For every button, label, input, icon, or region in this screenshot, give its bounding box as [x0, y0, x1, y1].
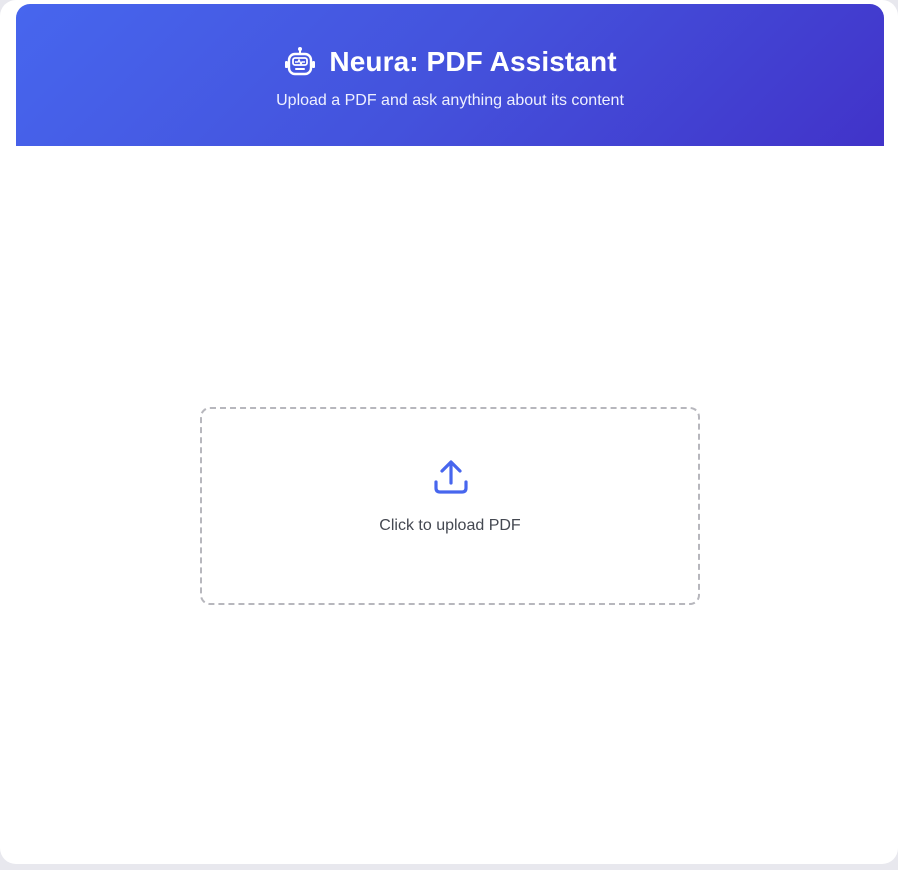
upload-dropzone[interactable]: Click to upload PDF [200, 407, 700, 605]
page-subtitle: Upload a PDF and ask anything about its … [276, 92, 624, 109]
app-header: Neura: PDF Assistant Upload a PDF and as… [16, 4, 884, 146]
robot-icon [285, 47, 316, 76]
page-title: Neura: PDF Assistant [329, 46, 617, 77]
app-card: Neura: PDF Assistant Upload a PDF and as… [0, 0, 898, 864]
upload-label: Click to upload PDF [379, 517, 521, 534]
title-row: Neura: PDF Assistant [16, 40, 884, 84]
upload-icon [434, 460, 468, 494]
